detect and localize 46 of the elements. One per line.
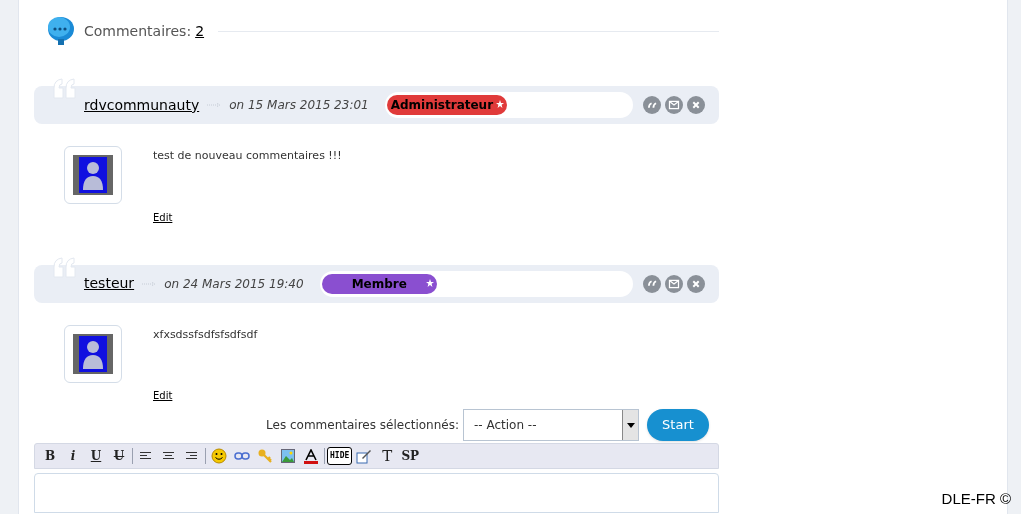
bold-button[interactable]: B bbox=[39, 446, 61, 466]
action-select[interactable]: -- Action -- bbox=[463, 409, 639, 441]
user-group-badge: Administrateur bbox=[386, 95, 508, 115]
close-button[interactable] bbox=[687, 274, 705, 293]
comment-date: on 15 Mars 2015 23:01 bbox=[229, 97, 369, 114]
edit-icon bbox=[356, 448, 373, 464]
align-center-icon bbox=[163, 451, 175, 461]
copyright-text: DLE-FR © bbox=[941, 488, 1011, 509]
mass-action-label: Les commentaires sélectionnés: bbox=[266, 417, 459, 434]
edit-link[interactable]: Edit bbox=[153, 209, 342, 225]
start-button[interactable]: Start bbox=[647, 409, 709, 441]
close-button[interactable] bbox=[687, 96, 705, 114]
hide-button[interactable]: HIDE bbox=[327, 447, 353, 465]
quote-button[interactable] bbox=[643, 96, 661, 114]
align-right-icon bbox=[186, 451, 198, 461]
spoiler-button[interactable]: SP bbox=[399, 446, 422, 466]
quote-icon bbox=[647, 101, 657, 109]
comment-text: xfxsdssfsdfsfsdfsdf bbox=[153, 326, 258, 343]
comment-text: test de nouveau commentaires !!! bbox=[153, 148, 342, 164]
text-color-icon bbox=[304, 448, 318, 464]
underline-button[interactable]: U bbox=[85, 446, 107, 466]
link-icon bbox=[234, 451, 250, 461]
image-icon bbox=[281, 449, 295, 463]
strikethrough-button[interactable]: U bbox=[108, 446, 130, 466]
comment-count-link[interactable]: 2 bbox=[195, 20, 205, 42]
film-avatar-icon bbox=[72, 332, 114, 375]
comment-date: on 24 Mars 2015 19:40 bbox=[164, 275, 304, 293]
mail-button[interactable] bbox=[665, 274, 683, 293]
mail-button[interactable] bbox=[665, 96, 683, 114]
align-left-icon bbox=[140, 451, 152, 461]
italic-button[interactable]: i bbox=[62, 446, 84, 466]
star-icon bbox=[496, 100, 505, 108]
edit-link[interactable]: Edit bbox=[153, 388, 258, 403]
author-link[interactable]: rdvcommunauty bbox=[84, 94, 200, 116]
author-link[interactable]: testeur bbox=[84, 273, 135, 294]
smiley-button[interactable] bbox=[208, 446, 230, 466]
smiley-icon bbox=[211, 448, 227, 464]
user-group-badge: Membre bbox=[321, 273, 437, 294]
comments-heading: Commentaires: bbox=[84, 21, 192, 41]
quote-button[interactable] bbox=[643, 274, 661, 293]
text-style-button[interactable]: T bbox=[376, 446, 399, 466]
star-icon bbox=[425, 278, 434, 287]
quote-icon bbox=[647, 280, 657, 287]
chat-bubble-icon bbox=[46, 15, 76, 47]
key-icon bbox=[257, 448, 273, 464]
film-avatar-icon bbox=[72, 154, 114, 196]
